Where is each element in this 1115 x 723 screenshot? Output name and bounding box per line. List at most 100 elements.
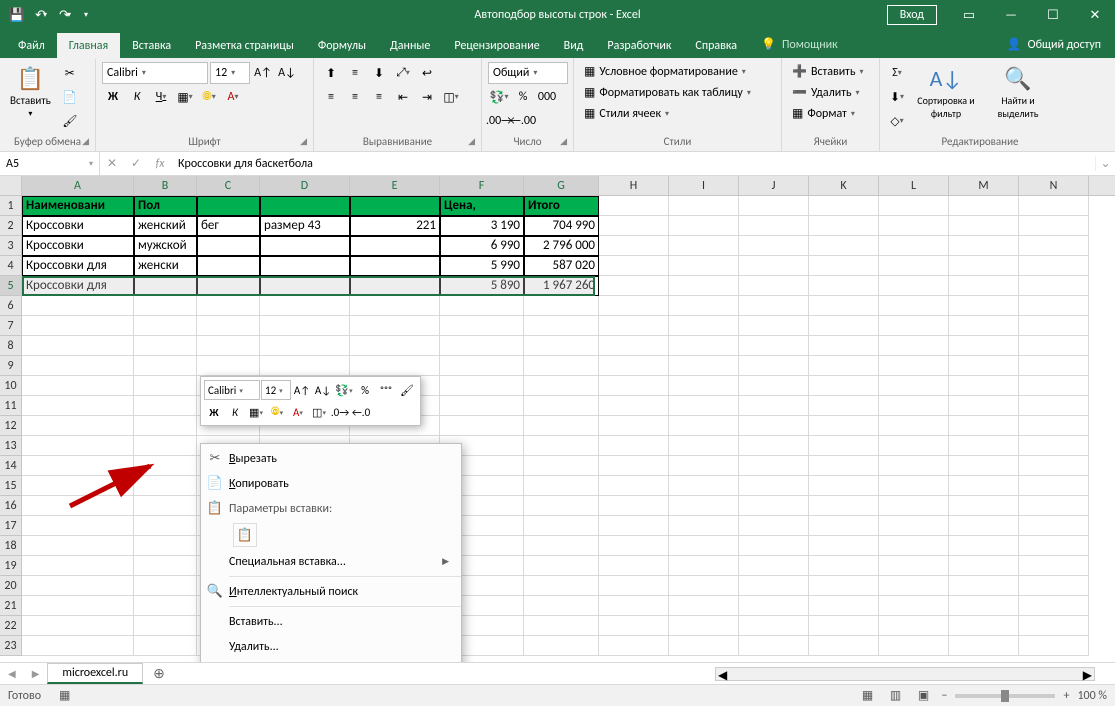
cell[interactable] (599, 556, 669, 576)
cell[interactable] (1019, 456, 1089, 476)
cell[interactable] (879, 336, 949, 356)
cell[interactable] (669, 216, 739, 236)
cell[interactable] (260, 196, 350, 216)
cell[interactable] (134, 636, 197, 656)
cell[interactable] (599, 616, 669, 636)
cell[interactable] (524, 616, 599, 636)
col-header-M[interactable]: M (949, 176, 1019, 195)
cell[interactable] (1019, 356, 1089, 376)
cell[interactable] (599, 536, 669, 556)
cell[interactable] (22, 456, 134, 476)
cell[interactable] (599, 216, 669, 236)
cell[interactable] (739, 256, 809, 276)
save-icon[interactable]: 💾 (6, 4, 28, 26)
cell[interactable] (949, 636, 1019, 656)
sheet-nav-prev[interactable]: ◀ (0, 667, 24, 680)
accept-formula-icon[interactable]: ✓ (124, 156, 148, 171)
font-size-combo[interactable]: 12▾ (210, 62, 250, 84)
cell[interactable] (22, 296, 134, 316)
fx-icon[interactable]: fx (148, 157, 172, 171)
cell[interactable] (669, 556, 739, 576)
increase-indent-icon[interactable]: ⇥ (416, 86, 438, 108)
cell[interactable] (669, 316, 739, 336)
cell[interactable] (669, 536, 739, 556)
cell[interactable] (739, 376, 809, 396)
tab-insert[interactable]: Вставка (120, 33, 183, 59)
normal-view-icon[interactable]: ▦ (857, 688, 877, 704)
cell[interactable] (524, 396, 599, 416)
cell[interactable] (949, 456, 1019, 476)
cell[interactable] (669, 476, 739, 496)
cell[interactable] (809, 616, 879, 636)
cell[interactable]: 6 990 (440, 236, 524, 256)
row-header[interactable]: 7 (0, 316, 22, 336)
cell[interactable] (879, 316, 949, 336)
sheet-tab-active[interactable]: microexcel.ru (47, 663, 143, 684)
cell[interactable] (524, 496, 599, 516)
cell[interactable] (739, 556, 809, 576)
cell[interactable] (949, 276, 1019, 296)
cell[interactable] (879, 276, 949, 296)
cell[interactable] (599, 296, 669, 316)
cell[interactable]: женский (134, 216, 197, 236)
mini-font-combo[interactable]: Calibri▾ (204, 380, 260, 400)
menu-paste-special[interactable]: Специальная вставка...▶ (201, 549, 461, 574)
cell[interactable] (1019, 496, 1089, 516)
cell[interactable] (524, 476, 599, 496)
row-header[interactable]: 23 (0, 636, 22, 656)
cell[interactable] (739, 516, 809, 536)
cell[interactable] (134, 336, 197, 356)
cell[interactable] (669, 616, 739, 636)
cell[interactable] (1019, 536, 1089, 556)
cell[interactable] (949, 216, 1019, 236)
cell[interactable] (669, 356, 739, 376)
tab-page-layout[interactable]: Разметка страницы (183, 33, 306, 59)
cell[interactable] (949, 236, 1019, 256)
cell[interactable] (599, 256, 669, 276)
cell[interactable] (809, 256, 879, 276)
cell[interactable] (809, 596, 879, 616)
cell[interactable] (809, 516, 879, 536)
tab-developer[interactable]: Разработчик (595, 33, 683, 59)
redo-icon[interactable]: ↷▾ (54, 4, 76, 26)
mini-bold-button[interactable]: Ж (204, 402, 224, 422)
decrease-decimal-icon[interactable]: ←.00 (512, 110, 534, 132)
percent-icon[interactable]: % (512, 86, 534, 108)
cell[interactable] (524, 296, 599, 316)
row-header[interactable]: 17 (0, 516, 22, 536)
cell[interactable]: размер 43 (260, 216, 350, 236)
cell[interactable] (949, 196, 1019, 216)
cell[interactable] (197, 256, 260, 276)
cell[interactable] (1019, 516, 1089, 536)
cell[interactable] (524, 376, 599, 396)
cell[interactable] (22, 556, 134, 576)
col-header-H[interactable]: H (599, 176, 669, 195)
cell[interactable] (949, 476, 1019, 496)
currency-icon[interactable]: 💱▾ (488, 86, 510, 108)
zoom-out-button[interactable]: − (941, 689, 947, 703)
cell[interactable] (739, 216, 809, 236)
cell[interactable] (197, 276, 260, 296)
cell[interactable] (134, 356, 197, 376)
cell[interactable] (949, 416, 1019, 436)
cell[interactable] (739, 236, 809, 256)
cell[interactable] (739, 576, 809, 596)
align-top-icon[interactable]: ⬆ (320, 62, 342, 84)
sheet-nav-next[interactable]: ▶ (24, 667, 48, 680)
cell[interactable] (1019, 216, 1089, 236)
cell[interactable] (879, 476, 949, 496)
cell[interactable] (134, 316, 197, 336)
cell[interactable]: бег (197, 216, 260, 236)
cell[interactable] (599, 416, 669, 436)
cell[interactable] (134, 396, 197, 416)
cell[interactable] (809, 356, 879, 376)
zoom-in-button[interactable]: + (1063, 689, 1069, 703)
row-header[interactable]: 11 (0, 396, 22, 416)
cell[interactable] (809, 276, 879, 296)
cell[interactable] (669, 256, 739, 276)
minimize-icon[interactable]: — (991, 0, 1031, 30)
cell[interactable] (879, 596, 949, 616)
cell[interactable] (1019, 556, 1089, 576)
cell[interactable] (669, 636, 739, 656)
cell[interactable] (350, 356, 440, 376)
